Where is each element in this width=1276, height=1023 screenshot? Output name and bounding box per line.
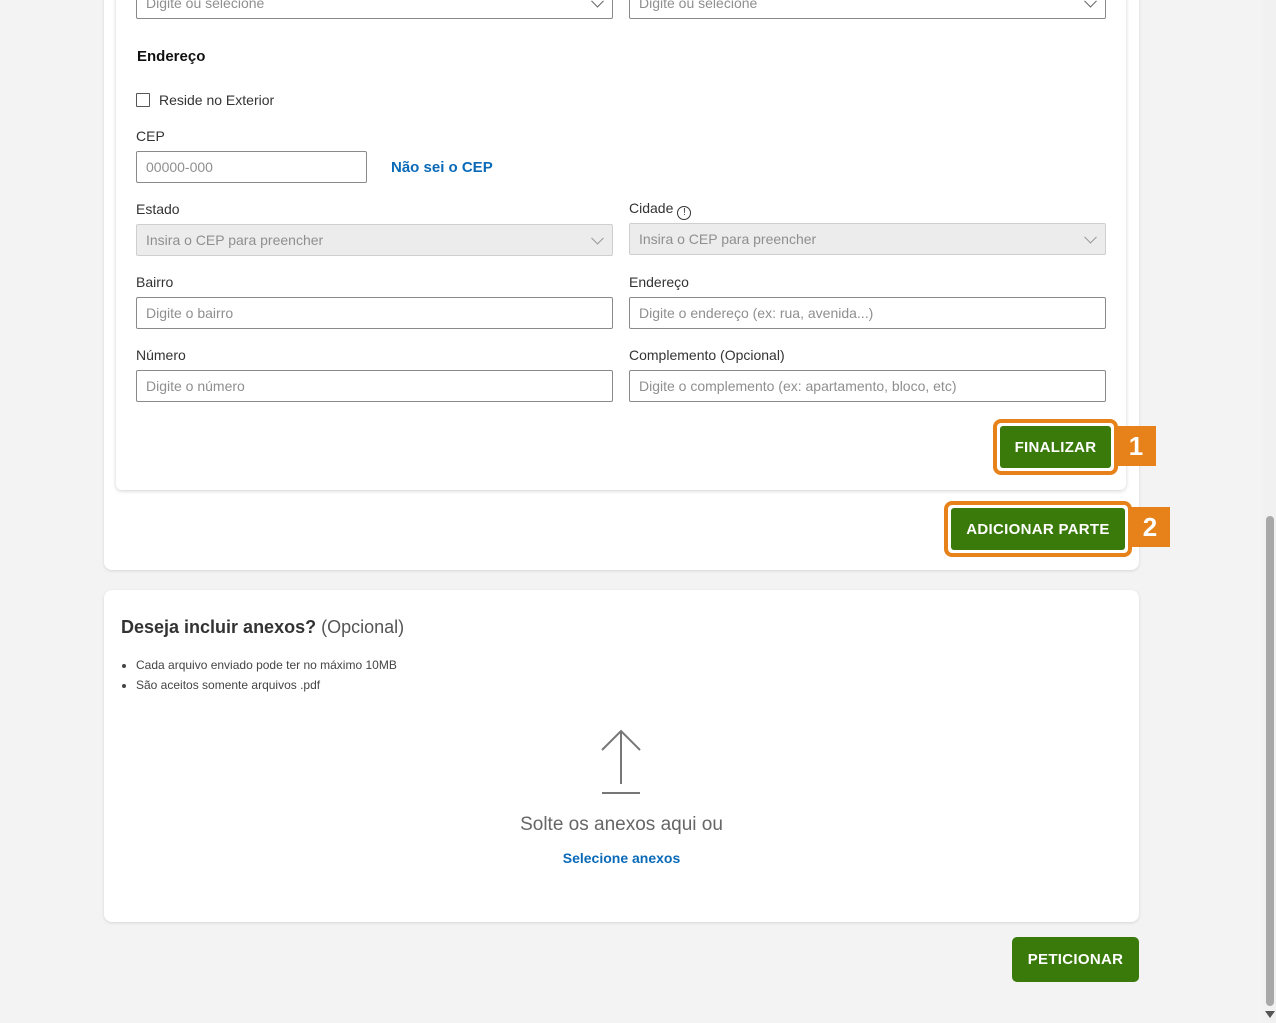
bairro-placeholder: Digite o bairro	[146, 305, 234, 321]
attachments-title-text: Deseja incluir anexos?	[121, 617, 317, 637]
cep-input[interactable]: 00000-000	[136, 151, 367, 183]
cidade-label: Cidade	[629, 200, 674, 216]
bairro-input[interactable]: Digite o bairro	[136, 297, 613, 329]
chevron-down-icon	[1084, 230, 1097, 244]
endereco-placeholder: Digite o endereço (ex: rua, avenida...)	[639, 305, 874, 321]
bairro-label: Bairro	[136, 274, 174, 290]
peticionar-button[interactable]: PETICIONAR	[1012, 937, 1139, 982]
complemento-input[interactable]: Digite o complemento (ex: apartamento, b…	[629, 370, 1106, 402]
complemento-placeholder: Digite o complemento (ex: apartamento, b…	[639, 378, 957, 394]
top-left-select-placeholder: Digite ou selecione	[146, 0, 265, 11]
attachment-rules-list: Cada arquivo enviado pode ter no máximo …	[120, 655, 397, 695]
nao-sei-cep-link[interactable]: Não sei o CEP	[391, 159, 493, 176]
estado-label: Estado	[136, 201, 180, 217]
cep-label: CEP	[136, 128, 165, 144]
cep-placeholder: 00000-000	[146, 159, 213, 175]
attachment-rule-format: São aceitos somente arquivos .pdf	[136, 675, 397, 695]
numero-placeholder: Digite o número	[146, 378, 245, 394]
cidade-placeholder: Insira o CEP para preencher	[639, 231, 817, 247]
numero-input[interactable]: Digite o número	[136, 370, 613, 402]
reside-exterior-checkbox[interactable]	[136, 93, 150, 107]
step-badge-1: 1	[1116, 426, 1156, 466]
top-right-select-placeholder: Digite ou selecione	[639, 0, 758, 11]
finalizar-button[interactable]: FINALIZAR	[1000, 426, 1111, 468]
top-left-select[interactable]: Digite ou selecione	[136, 0, 613, 19]
top-right-select[interactable]: Digite ou selecione	[629, 0, 1106, 19]
select-attachments-link-wrap: Selecione anexos	[104, 850, 1139, 866]
numero-label: Número	[136, 347, 186, 363]
endereco-input[interactable]: Digite o endereço (ex: rua, avenida...)	[629, 297, 1106, 329]
adicionar-parte-button[interactable]: ADICIONAR PARTE	[951, 508, 1125, 550]
select-attachments-link[interactable]: Selecione anexos	[563, 850, 681, 866]
estado-select[interactable]: Insira o CEP para preencher	[136, 224, 613, 256]
chevron-down-icon	[591, 0, 604, 8]
reside-exterior-label: Reside no Exterior	[159, 92, 275, 108]
attachment-rule-size: Cada arquivo enviado pode ter no máximo …	[136, 655, 397, 675]
cidade-label-wrap: Cidade!	[629, 200, 692, 220]
chevron-down-icon	[1084, 0, 1097, 8]
step-badge-2: 2	[1130, 507, 1170, 547]
complemento-label: Complemento (Opcional)	[629, 347, 785, 363]
scrollbar-thumb[interactable]	[1266, 516, 1274, 1006]
chevron-down-icon	[591, 231, 604, 245]
estado-placeholder: Insira o CEP para preencher	[146, 232, 324, 248]
info-icon[interactable]: !	[677, 205, 692, 220]
scroll-down-arrow-icon[interactable]	[1265, 1011, 1275, 1018]
address-section-title: Endereço	[137, 48, 206, 65]
cidade-select[interactable]: Insira o CEP para preencher	[629, 223, 1106, 255]
attachments-title: Deseja incluir anexos? (Opcional)	[121, 617, 404, 638]
endereco-label: Endereço	[629, 274, 689, 290]
drop-zone-text: Solte os anexos aqui ou	[520, 814, 723, 835]
attachments-optional-text: (Opcional)	[321, 617, 405, 637]
upload-arrow-icon	[601, 729, 641, 794]
